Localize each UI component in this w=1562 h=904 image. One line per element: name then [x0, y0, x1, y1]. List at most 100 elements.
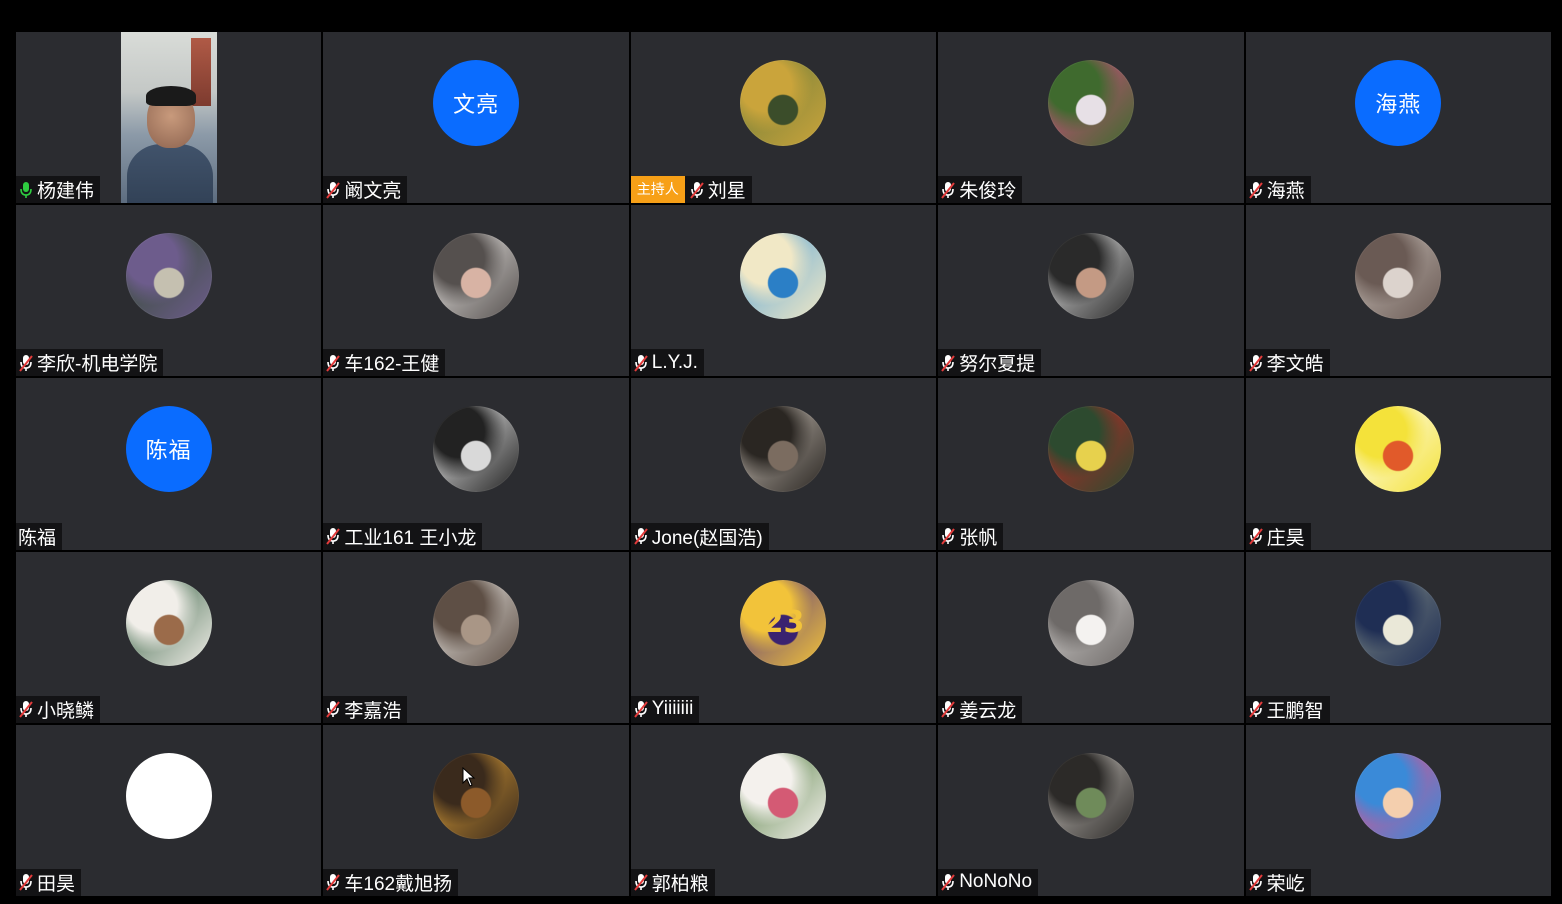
participant-name-bar: 李嘉浩 — [323, 695, 408, 723]
participant-name-bar: 姜云龙 — [938, 695, 1023, 723]
participant-name: Yiiiiiii — [651, 698, 694, 720]
participant-tile[interactable]: 李文皓 — [1245, 205, 1551, 377]
avatar-photo — [433, 752, 520, 839]
participant-name: 庄昊 — [1266, 527, 1305, 549]
avatar-initials: 陈福 — [125, 406, 212, 493]
participant-tile[interactable]: 朱俊玲 — [938, 32, 1244, 204]
participant-name-bar: 王鹏智 — [1245, 695, 1330, 723]
participant-name: NoNoNo — [959, 871, 1033, 893]
mic-muted-icon — [19, 701, 33, 718]
avatar-photo — [1355, 752, 1442, 839]
mic-muted-icon — [634, 528, 648, 545]
mic-muted-icon — [941, 354, 955, 372]
mic-muted-icon — [326, 181, 341, 199]
participant-tile[interactable]: 海燕 海燕 — [1245, 32, 1551, 204]
mic-muted-icon — [941, 701, 955, 718]
mic-muted-icon — [326, 874, 341, 892]
participant-name-bar: 李文皓 — [1245, 349, 1330, 377]
mic-muted-icon — [19, 874, 33, 892]
participant-name: 小晓鳞 — [37, 700, 95, 722]
participant-name-bar: 海燕 — [1245, 176, 1311, 204]
participant-name-bar: 杨建伟 — [16, 176, 101, 204]
avatar-photo — [1355, 233, 1442, 320]
participant-tile[interactable]: 车162-王健 — [323, 205, 629, 377]
participant-tile[interactable]: 田昊 — [16, 724, 322, 896]
participant-name: 杨建伟 — [37, 181, 95, 203]
avatar-photo — [1047, 406, 1134, 493]
mic-muted-icon — [326, 528, 341, 545]
participant-name-bar: 陈福 — [16, 522, 63, 550]
avatar-photo — [1355, 579, 1442, 666]
participant-tile[interactable]: 庄昊 — [1245, 378, 1551, 550]
participant-name: 郭柏粮 — [651, 873, 709, 895]
participant-name: 李文皓 — [1266, 354, 1324, 376]
avatar-photo — [740, 60, 827, 146]
avatar-photo — [1047, 60, 1134, 146]
participant-name: Jone(赵国浩) — [651, 527, 763, 549]
mic-muted-icon — [690, 181, 704, 199]
participant-tile[interactable]: 李欣-机电学院 — [16, 205, 322, 377]
participant-tile[interactable]: 工业161 王小龙 — [323, 378, 629, 550]
participant-tile[interactable]: NoNoNo — [938, 724, 1244, 896]
participant-name: 海燕 — [1266, 181, 1305, 203]
mic-muted-icon — [634, 701, 648, 718]
participant-tile[interactable]: 王鹏智 — [1245, 551, 1551, 723]
participant-tile[interactable]: 23 Yiiiiiii — [630, 551, 937, 723]
mouse-pointer-icon — [462, 767, 476, 787]
participant-name-bar: 主持人 刘星 — [630, 176, 752, 204]
participant-name-bar: 阚文亮 — [323, 176, 408, 204]
participant-tile[interactable]: Jone(赵国浩) — [630, 378, 937, 550]
participant-name-bar: 田昊 — [16, 868, 82, 896]
participant-name-bar: 张帆 — [938, 522, 1004, 550]
participant-tile[interactable]: 车162戴旭扬 — [323, 724, 629, 896]
participant-tile[interactable]: 陈福 陈福 — [16, 378, 322, 550]
participant-tile[interactable]: 文亮 阚文亮 — [323, 32, 629, 204]
participant-tile[interactable]: 荣屹 — [1245, 724, 1551, 896]
participant-tile[interactable]: 李嘉浩 — [323, 551, 629, 723]
participant-name-bar: NoNoNo — [938, 868, 1039, 896]
avatar-photo — [125, 233, 212, 320]
avatar-initials: 海燕 — [1355, 60, 1442, 146]
mic-muted-icon — [634, 354, 648, 372]
participant-name-bar: 车162戴旭扬 — [323, 868, 459, 896]
participant-name: 李欣-机电学院 — [37, 354, 158, 376]
participant-tile[interactable]: 姜云龙 — [938, 551, 1244, 723]
participant-name: 车162戴旭扬 — [344, 873, 453, 895]
participant-grid: 杨建伟 文亮 阚文亮 主持人 刘星 朱俊玲 海燕 海燕 李欣-机电学院 车162-王健 L.Y.J.… — [16, 32, 1551, 896]
participant-name-bar: L.Y.J. — [630, 349, 704, 377]
avatar-photo — [433, 406, 520, 493]
avatar — [125, 752, 212, 839]
participant-name-bar: 李欣-机电学院 — [16, 349, 164, 377]
participant-name: 工业161 王小龙 — [344, 527, 477, 549]
participant-tile[interactable]: 努尔夏提 — [938, 205, 1244, 377]
participant-tile[interactable]: 杨建伟 — [16, 32, 322, 204]
participant-name-bar: 小晓鳞 — [16, 695, 101, 723]
participant-tile[interactable]: 郭柏粮 — [630, 724, 937, 896]
participant-name: 陈福 — [18, 527, 57, 549]
participant-name: 姜云龙 — [959, 700, 1017, 722]
participant-name: 车162-王健 — [344, 354, 440, 376]
mic-muted-icon — [941, 528, 955, 545]
participant-name-bar: 荣屹 — [1245, 868, 1311, 896]
mic-muted-icon — [1248, 354, 1263, 372]
avatar-photo — [740, 752, 827, 839]
participant-name: 荣屹 — [1266, 873, 1305, 895]
avatar-photo — [1047, 233, 1134, 320]
participant-tile[interactable]: 张帆 — [938, 378, 1244, 550]
participant-name-bar: 努尔夏提 — [938, 349, 1042, 377]
mic-muted-icon — [1248, 701, 1263, 718]
participant-name-bar: 郭柏粮 — [630, 868, 715, 896]
avatar-photo — [740, 233, 827, 320]
participant-tile[interactable]: 小晓鳞 — [16, 551, 322, 723]
participant-name: 王鹏智 — [1266, 700, 1324, 722]
participant-name: 努尔夏提 — [959, 354, 1036, 376]
avatar-photo: 23 — [740, 579, 827, 666]
mic-muted-icon — [634, 874, 648, 892]
participant-name: L.Y.J. — [651, 351, 698, 373]
participant-tile[interactable]: L.Y.J. — [630, 205, 937, 377]
mic-muted-icon — [326, 701, 341, 718]
participant-name-bar: 工业161 王小龙 — [323, 522, 483, 550]
participant-tile[interactable]: 主持人 刘星 — [630, 32, 937, 204]
mic-muted-icon — [19, 354, 33, 372]
mic-muted-icon — [941, 181, 955, 199]
